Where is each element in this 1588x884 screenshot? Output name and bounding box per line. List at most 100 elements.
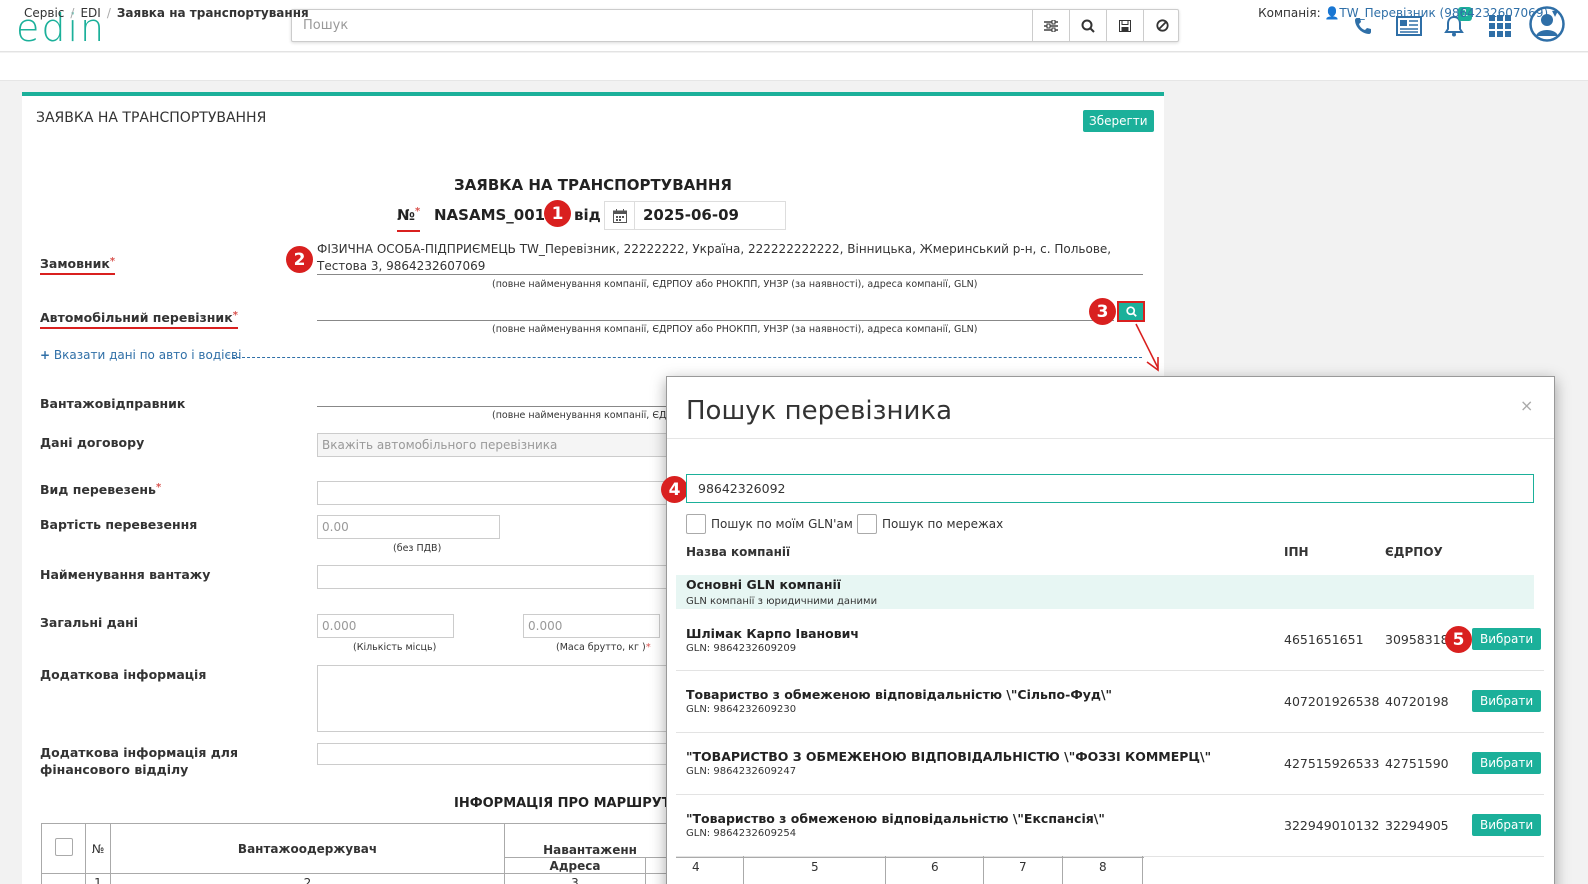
select-button[interactable]: Вибрати xyxy=(1472,814,1542,836)
divider xyxy=(232,357,1142,358)
modal-title: Пошук перевізника xyxy=(686,396,953,426)
shipper-hint: (повне найменування компанії, ЄД xyxy=(492,410,667,421)
background-table-footer: 4 5 6 7 8 xyxy=(676,856,1144,884)
step-marker-1: 1 xyxy=(544,200,571,227)
col-loading: Навантаженн xyxy=(504,823,676,858)
row-num: 1 xyxy=(85,873,111,884)
general-data-label: Загальні дані xyxy=(40,615,139,630)
places-hint: (Кількість місць) xyxy=(353,642,437,653)
company-ipn: 427515926533 xyxy=(1284,756,1380,771)
clear-search-icon[interactable] xyxy=(1143,10,1180,41)
date-field[interactable]: 2025-06-09 xyxy=(604,201,786,230)
cargo-name-label: Найменування вантажу xyxy=(40,567,211,582)
company-label: Компанія: xyxy=(1258,6,1321,20)
extra-info-label: Додаткова інформація xyxy=(40,667,207,682)
select-all-checkbox[interactable] xyxy=(54,838,73,856)
carrier-search-button[interactable] xyxy=(1117,301,1145,322)
contract-field[interactable]: Вкажіть автомобільного перевізника xyxy=(317,433,677,457)
transport-type-select[interactable] xyxy=(317,481,677,505)
gln-search-checkbox[interactable] xyxy=(686,514,706,534)
mass-hint: (Маса брутто, кг )* xyxy=(556,642,651,653)
gln-search-label: Пошук по моїм GLN'ам xyxy=(711,517,853,531)
cargo-name-input[interactable] xyxy=(317,565,677,589)
company-gln: GLN: 9864232609254 xyxy=(686,828,797,839)
company-edrpou: 30958318 xyxy=(1385,632,1449,647)
fin-info-input[interactable] xyxy=(317,743,677,765)
company-edrpou: 42751590 xyxy=(1385,756,1449,771)
close-icon[interactable]: × xyxy=(1520,396,1533,415)
group-subtitle: GLN компанії з юридичними даними xyxy=(686,596,878,607)
select-button[interactable]: Вибрати xyxy=(1472,752,1542,774)
contract-label: Дані договору xyxy=(40,435,145,450)
search-icon xyxy=(1125,306,1137,317)
col-num: 7 xyxy=(1019,860,1027,874)
modal-divider xyxy=(667,438,1554,439)
add-vehicle-link[interactable]: + Вказати дані по авто і водієві xyxy=(40,348,241,362)
breadcrumb-bar xyxy=(0,53,1588,81)
company-name: "Товариство з обмеженою відповідальністю… xyxy=(686,811,1105,826)
save-search-icon[interactable] xyxy=(1106,10,1143,41)
number-value[interactable]: NASAMS_001 xyxy=(434,206,545,224)
col-num: 8 xyxy=(1099,860,1107,874)
fin-info-label: Додаткова інформація для фінансового від… xyxy=(40,745,238,777)
company-ipn: 4651651651 xyxy=(1284,632,1364,647)
network-search-label: Пошук по мережах xyxy=(882,517,1004,531)
col-consignee: Вантажоодержувач xyxy=(110,823,505,874)
extra-info-textarea[interactable] xyxy=(317,665,677,732)
col-num: 5 xyxy=(811,860,819,874)
route-table: № Вантажоодержувач Навантаженн Адреса 1 … xyxy=(41,823,676,884)
carrier-label: Автомобільний перевізник* xyxy=(40,310,238,329)
user-icon: 👤 xyxy=(1324,6,1340,20)
step-marker-5: 5 xyxy=(1445,626,1472,653)
pointer-arrow-icon xyxy=(1135,323,1159,372)
calendar-icon[interactable] xyxy=(605,202,635,229)
search-input[interactable] xyxy=(292,10,1032,41)
step-marker-4: 4 xyxy=(661,476,688,503)
save-button[interactable]: Зберегти xyxy=(1083,110,1154,132)
mass-input[interactable]: 0.000 xyxy=(523,614,660,638)
breadcrumb-service[interactable]: Сервіс xyxy=(24,6,64,20)
col-company-name: Назва компанії xyxy=(686,545,791,559)
shipper-field[interactable] xyxy=(317,406,677,407)
col-ipn: ІПН xyxy=(1284,545,1309,559)
row-num: 3 xyxy=(504,873,646,884)
breadcrumb: Сервіс / EDI / Заявка на транспортування xyxy=(24,6,309,20)
select-button[interactable]: Вибрати xyxy=(1472,628,1542,650)
cost-hint: (без ПДВ) xyxy=(393,543,442,554)
company-name: Шлімак Карпо Іванович xyxy=(686,626,860,641)
date-prefix: від xyxy=(574,206,601,224)
search-icon[interactable] xyxy=(1069,10,1106,41)
col-num: 6 xyxy=(931,860,939,874)
carrier-search-input[interactable]: 98642326092 xyxy=(686,474,1534,503)
col-edrpou: ЄДРПОУ xyxy=(1385,545,1443,559)
cost-label: Вартість перевезення xyxy=(40,517,198,532)
caret-down-icon: ▾ xyxy=(1551,6,1558,20)
company-gln: GLN: 9864232609230 xyxy=(686,704,797,715)
company-selector: Компанія: 👤TW_Перевізник (9864232607069)… xyxy=(1258,6,1558,20)
cost-input[interactable]: 0.00 xyxy=(317,515,500,539)
customer-value[interactable]: ФІЗИЧНА ОСОБА-ПІДПРИЄМЕЦЬ TW_Перевізник,… xyxy=(317,241,1143,275)
breadcrumb-edi[interactable]: EDI xyxy=(80,6,100,20)
col-no: № xyxy=(85,823,111,874)
company-name: "ТОВАРИСТВО З ОБМЕЖЕНОЮ ВІДПОВІДАЛЬНІСТЮ… xyxy=(686,749,1212,764)
number-label: №* xyxy=(397,206,421,232)
shipper-label: Вантажовідправник xyxy=(40,396,186,411)
filter-icon[interactable] xyxy=(1032,10,1069,41)
network-search-checkbox[interactable] xyxy=(857,514,877,534)
step-marker-3: 3 xyxy=(1089,298,1116,325)
company-ipn: 407201926538 xyxy=(1284,694,1380,709)
company-gln: GLN: 9864232609247 xyxy=(686,766,797,777)
company-edrpou: 32294905 xyxy=(1385,818,1449,833)
customer-hint: (повне найменування компанії, ЄДРПОУ або… xyxy=(492,279,978,290)
transport-type-label: Вид перевезень* xyxy=(40,482,162,497)
carrier-field[interactable] xyxy=(317,320,1114,321)
company-link[interactable]: 👤TW_Перевізник (9864232607069) ▾ xyxy=(1324,6,1558,20)
step-marker-2: 2 xyxy=(286,246,313,273)
panel-title: ЗАЯВКА НА ТРАНСПОРТУВАННЯ xyxy=(36,110,267,126)
document-heading: ЗАЯВКА НА ТРАНСПОРТУВАННЯ xyxy=(454,176,732,194)
carrier-hint: (повне найменування компанії, ЄДРПОУ або… xyxy=(492,324,978,335)
col-num: 4 xyxy=(692,860,700,874)
places-input[interactable]: 0.000 xyxy=(317,614,454,638)
select-button[interactable]: Вибрати xyxy=(1472,690,1542,712)
row-num: 2 xyxy=(110,873,505,884)
